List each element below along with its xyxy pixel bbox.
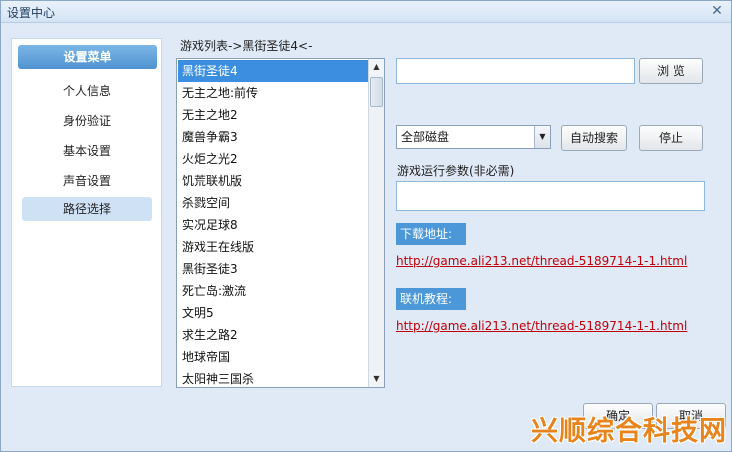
sidebar-item-basic[interactable]: 基本设置 [22, 139, 152, 163]
game-list-title: 游戏列表->黑街圣徒4<- [180, 39, 313, 53]
params-label: 游戏运行参数(非必需) [397, 164, 515, 178]
scroll-thumb[interactable] [370, 77, 383, 107]
path-input[interactable] [396, 58, 635, 84]
list-item[interactable]: 无主之地2 [178, 104, 368, 126]
window-title: 设置中心 [7, 6, 56, 20]
sidebar-item-identity[interactable]: 身份验证 [22, 109, 152, 133]
list-item[interactable]: 游戏王在线版 [178, 236, 368, 258]
settings-sidebar: 设置菜单 个人信息 身份验证 基本设置 声音设置 路径选择 [11, 38, 162, 387]
sidebar-header: 设置菜单 [18, 45, 157, 69]
watermark: 兴顺综合科技网 [531, 416, 727, 447]
list-item[interactable]: 文明5 [178, 302, 368, 324]
list-item[interactable]: 太阳神三国杀 [178, 368, 368, 387]
chevron-down-icon[interactable]: ▼ [534, 126, 550, 148]
settings-window: 设置中心 ✕ 设置菜单 个人信息 身份验证 基本设置 声音设置 路径选择 游戏列… [0, 0, 732, 452]
list-item[interactable]: 死亡岛:激流 [178, 280, 368, 302]
sidebar-item-path[interactable]: 路径选择 [22, 197, 152, 221]
disk-select[interactable]: 全部磁盘 ▼ [396, 125, 551, 149]
disk-select-value: 全部磁盘 [401, 130, 450, 144]
list-item[interactable]: 实况足球8 [178, 214, 368, 236]
scroll-down-icon[interactable]: ▼ [369, 371, 384, 387]
sidebar-item-personal-info[interactable]: 个人信息 [22, 79, 152, 103]
sidebar-item-sound[interactable]: 声音设置 [22, 169, 152, 193]
scroll-up-icon[interactable]: ▲ [369, 59, 384, 75]
browse-button[interactable]: 浏 览 [639, 58, 703, 84]
list-item[interactable]: 饥荒联机版 [178, 170, 368, 192]
list-item[interactable]: 地球帝国 [178, 346, 368, 368]
auto-search-button[interactable]: 自动搜索 [561, 125, 627, 151]
download-link[interactable]: http://game.ali213.net/thread-5189714-1-… [396, 254, 687, 268]
tutorial-tag: 联机教程: [396, 288, 466, 310]
list-item[interactable]: 火炬之光2 [178, 148, 368, 170]
close-icon[interactable]: ✕ [709, 3, 725, 19]
list-scrollbar[interactable]: ▲ ▼ [368, 59, 384, 387]
game-listbox[interactable]: 黑街圣徒4 无主之地:前传 无主之地2 魔兽争霸3 火炬之光2 饥荒联机版 杀戮… [176, 58, 385, 388]
list-item[interactable]: 求生之路2 [178, 324, 368, 346]
list-item[interactable]: 无主之地:前传 [178, 82, 368, 104]
list-item[interactable]: 黑街圣徒4 [178, 60, 368, 82]
tutorial-link[interactable]: http://game.ali213.net/thread-5189714-1-… [396, 319, 687, 333]
stop-button[interactable]: 停止 [639, 125, 703, 151]
list-item[interactable]: 魔兽争霸3 [178, 126, 368, 148]
params-input[interactable] [396, 181, 705, 211]
list-item[interactable]: 黑街圣徒3 [178, 258, 368, 280]
download-tag: 下载地址: [396, 223, 466, 245]
list-item[interactable]: 杀戮空间 [178, 192, 368, 214]
title-bar: 设置中心 ✕ [1, 1, 731, 23]
